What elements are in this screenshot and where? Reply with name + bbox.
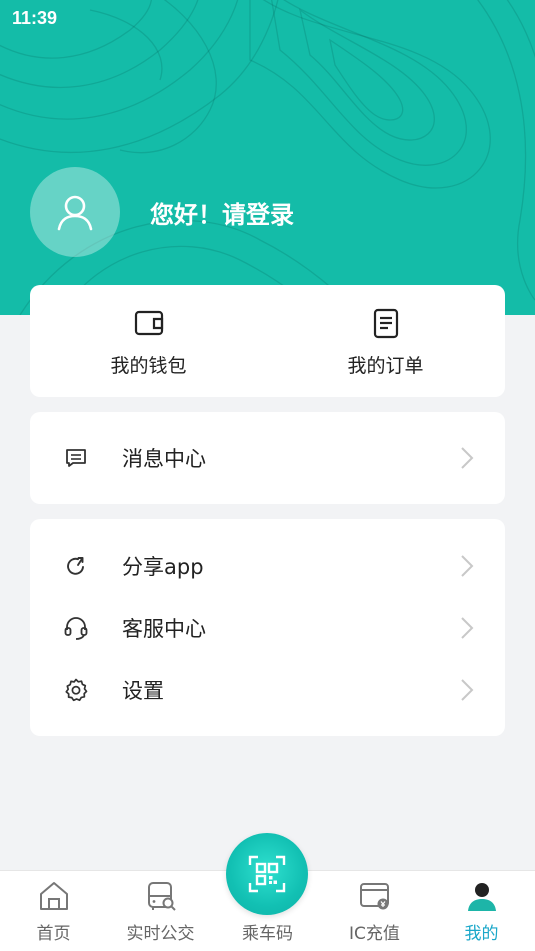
tab-realtime-bus[interactable]: 实时公交 — [107, 871, 214, 951]
wallet-label: 我的钱包 — [110, 355, 187, 377]
message-icon — [66, 449, 86, 467]
menu-item-label: 消息中心 — [122, 447, 206, 471]
login-prompt[interactable]: 您好！请登录 — [150, 195, 294, 230]
chevron-right-icon — [461, 679, 474, 701]
tab-label: IC充值 — [349, 924, 400, 944]
qr-code-icon — [248, 855, 286, 893]
menu-item-label: 设置 — [122, 679, 164, 703]
tab-label: 我的 — [464, 924, 499, 944]
chevron-right-icon — [461, 555, 474, 577]
status-time: 11:39 — [12, 8, 58, 28]
wallet-icon — [134, 310, 163, 336]
ride-code-button[interactable] — [226, 833, 308, 915]
menu-item-customer-service[interactable]: 客服中心 — [30, 598, 505, 658]
wallet-button[interactable]: 我的钱包 — [30, 285, 267, 397]
card-recharge-icon — [359, 883, 389, 910]
orders-label: 我的订单 — [347, 355, 424, 377]
user-icon — [467, 883, 496, 911]
bus-search-icon — [147, 882, 176, 911]
menu-item-label: 客服中心 — [122, 617, 206, 641]
menu-item-label: 分享app — [122, 555, 204, 579]
menu-item-message-center[interactable]: 消息中心 — [30, 428, 505, 488]
chevron-right-icon — [461, 447, 474, 469]
orders-button[interactable]: 我的订单 — [267, 285, 504, 397]
message-card: 消息中心 — [30, 412, 505, 504]
quick-actions-card: 我的钱包 我的订单 — [30, 285, 505, 397]
avatar[interactable] — [30, 167, 120, 257]
tab-mine[interactable]: 我的 — [428, 871, 535, 951]
settings-card: 分享app 客服中心 设置 — [30, 519, 505, 736]
tab-ic-recharge[interactable]: IC充值 — [321, 871, 428, 951]
order-document-icon — [373, 308, 398, 339]
menu-item-settings[interactable]: 设置 — [30, 660, 505, 720]
menu-item-share-app[interactable]: 分享app — [30, 536, 505, 596]
chevron-right-icon — [461, 617, 474, 639]
profile-header: 11:39 您好！请登录 — [0, 0, 535, 315]
tab-home[interactable]: 首页 — [0, 871, 107, 951]
user-icon — [57, 195, 93, 231]
tab-label: 实时公交 — [126, 924, 195, 944]
gear-icon — [65, 678, 88, 702]
tab-label: 乘车码 — [242, 924, 293, 944]
home-icon — [39, 882, 68, 910]
headset-icon — [64, 617, 88, 640]
share-icon — [67, 557, 84, 575]
topographic-pattern — [0, 0, 535, 315]
tab-label: 首页 — [36, 924, 71, 944]
